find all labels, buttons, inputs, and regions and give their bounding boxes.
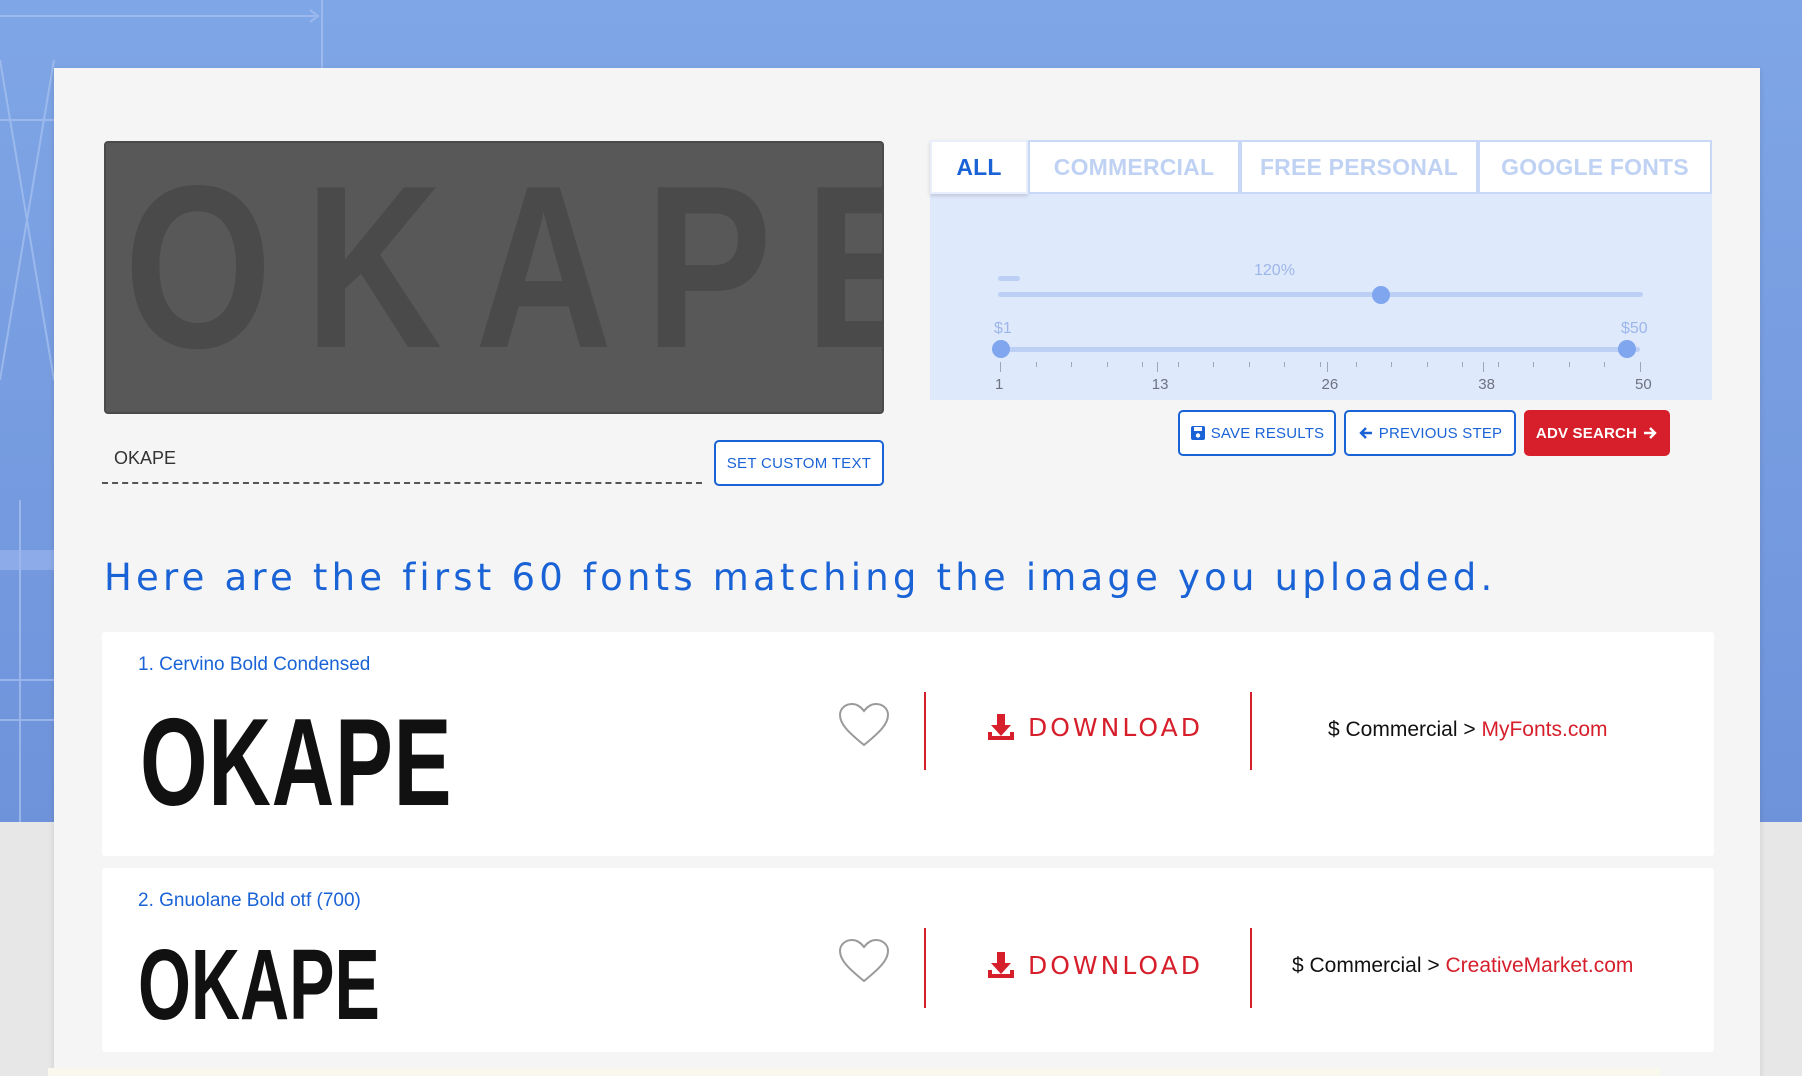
scale-tick — [1427, 362, 1428, 367]
font-sample: OKAPE — [140, 692, 452, 834]
scale-tick-label: 26 — [1322, 376, 1339, 393]
scale-tick — [1569, 362, 1570, 367]
download-icon — [986, 950, 1016, 980]
divider — [1250, 692, 1252, 770]
scale-tick — [1391, 362, 1392, 367]
scale-tick — [1533, 362, 1534, 367]
preview-text: OKAPE — [124, 141, 884, 407]
size-slider-handle[interactable] — [1372, 286, 1390, 304]
size-slider-min-marker — [998, 276, 1020, 281]
set-custom-text-button[interactable]: SET CUSTOM TEXT — [714, 440, 884, 486]
heart-icon[interactable] — [838, 938, 890, 984]
price-slider-track[interactable] — [1000, 347, 1640, 352]
next-card-edge — [48, 1068, 1660, 1076]
download-button[interactable]: DOWNLOAD — [986, 950, 1203, 980]
font-result-title[interactable]: 2. Gnuolane Bold otf (700) — [138, 890, 361, 912]
scale-tick — [1249, 362, 1250, 367]
adv-search-button[interactable]: ADV SEARCH — [1524, 410, 1670, 456]
font-result-card: 1. Cervino Bold Condensed OKAPE DOWNLOAD… — [102, 632, 1714, 856]
download-label: DOWNLOAD — [1028, 713, 1203, 742]
scale-major-tick — [1640, 362, 1641, 372]
image-preview: OKAPE — [104, 141, 884, 414]
license-info: $ Commercial > CreativeMarket.com — [1292, 954, 1633, 978]
divider — [924, 692, 926, 770]
scale-tick — [1356, 362, 1357, 367]
font-result-title[interactable]: 1. Cervino Bold Condensed — [138, 654, 370, 676]
tab-google-fonts[interactable]: GOOGLE FONTS — [1478, 140, 1712, 194]
price-max-label: $50 — [1621, 320, 1648, 338]
vendor-link[interactable]: MyFonts.com — [1481, 718, 1607, 741]
scale-major-tick — [1157, 362, 1158, 372]
license-type: $ Commercial > — [1292, 954, 1440, 977]
scale-tick — [1142, 362, 1143, 367]
scale-tick-label: 1 — [995, 376, 1003, 393]
previous-step-label: PREVIOUS STEP — [1379, 425, 1502, 442]
license-type: $ Commercial > — [1328, 718, 1476, 741]
scale-tick — [1071, 362, 1072, 367]
scale-tick — [1213, 362, 1214, 367]
heart-icon[interactable] — [838, 702, 890, 748]
scale-tick — [1498, 362, 1499, 367]
save-results-label: SAVE RESULTS — [1211, 425, 1325, 442]
download-button[interactable]: DOWNLOAD — [986, 712, 1203, 742]
filter-panel: ALL COMMERCIAL FREE PERSONAL GOOGLE FONT… — [930, 140, 1712, 400]
results-panel: OKAPE SET CUSTOM TEXT ALL COMMERCIAL FRE… — [54, 68, 1760, 1076]
scale-tick — [1036, 362, 1037, 367]
previous-step-button[interactable]: PREVIOUS STEP — [1344, 410, 1516, 456]
adv-search-label: ADV SEARCH — [1536, 425, 1637, 442]
scale-tick-label: 50 — [1635, 376, 1652, 393]
scale-tick-label: 38 — [1478, 376, 1495, 393]
tab-commercial[interactable]: COMMERCIAL — [1028, 140, 1240, 194]
license-info: $ Commercial > MyFonts.com — [1328, 718, 1608, 742]
arrow-right-icon — [1642, 425, 1658, 441]
scale-tick — [1462, 362, 1463, 367]
scale-tick-label: 13 — [1152, 376, 1169, 393]
font-result-card: 2. Gnuolane Bold otf (700) OKAPE DOWNLOA… — [102, 868, 1714, 1052]
license-tabs: ALL COMMERCIAL FREE PERSONAL GOOGLE FONT… — [930, 140, 1712, 194]
results-headline: Here are the first 60 fonts matching the… — [104, 556, 1496, 599]
download-label: DOWNLOAD — [1028, 951, 1203, 980]
price-min-label: $1 — [994, 320, 1012, 338]
scale-tick — [1107, 362, 1108, 367]
divider — [924, 928, 926, 1008]
price-slider-min-handle[interactable] — [992, 340, 1010, 358]
scale-major-tick — [1000, 362, 1001, 372]
price-slider-max-handle[interactable] — [1618, 340, 1636, 358]
scale-major-tick — [1483, 362, 1484, 372]
scale-tick — [1284, 362, 1285, 367]
vendor-link[interactable]: CreativeMarket.com — [1445, 954, 1633, 977]
scale-tick — [1320, 362, 1321, 367]
custom-text-input[interactable] — [102, 434, 702, 484]
scale-tick — [1178, 362, 1179, 367]
scale-major-tick — [1327, 362, 1328, 372]
tab-all[interactable]: ALL — [930, 140, 1028, 194]
font-sample: OKAPE — [138, 928, 380, 1043]
save-icon — [1190, 425, 1206, 441]
divider — [1250, 928, 1252, 1008]
download-icon — [986, 712, 1016, 742]
save-results-button[interactable]: SAVE RESULTS — [1178, 410, 1336, 456]
tab-free-personal[interactable]: FREE PERSONAL — [1240, 140, 1478, 194]
arrow-left-icon — [1358, 425, 1374, 441]
size-slider-value: 120% — [1254, 262, 1295, 280]
scale-tick — [1604, 362, 1605, 367]
size-slider-track[interactable] — [998, 292, 1643, 297]
